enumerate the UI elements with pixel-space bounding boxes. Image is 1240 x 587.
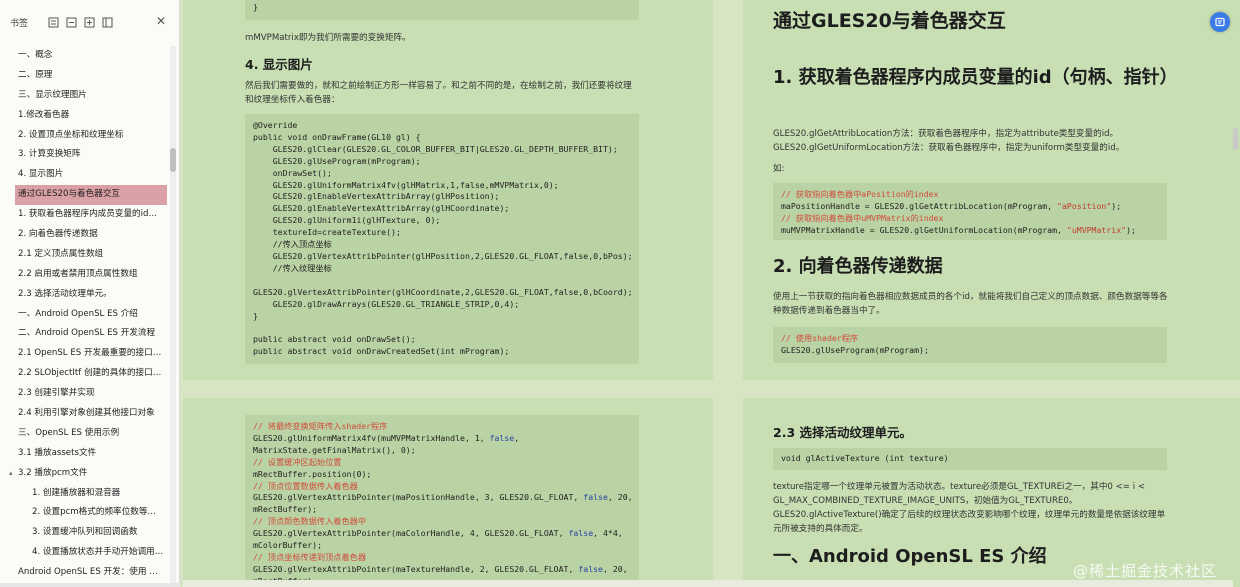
document-hscrollbar[interactable] xyxy=(183,580,1233,587)
toc-item-label: 一、概念 xyxy=(18,50,53,60)
watermark: @稀土掘金技术社区 xyxy=(1073,562,1218,580)
toc-item-label: 4. 显示图片 xyxy=(18,169,64,180)
toc-item-label: 3. 计算变换矩阵 xyxy=(18,149,81,160)
toc-item[interactable]: 2.2 启用或者禁用顶点属性数组 xyxy=(0,265,170,285)
toc-item[interactable]: 4. 设置播放状态并手动开始调用回调函数 xyxy=(0,543,170,563)
toc-item[interactable]: 1. 获取着色器程序内成员变量的id（句柄、指针） xyxy=(0,205,170,225)
mvp-text: mMVPMatrix即为我们所需要的变换矩阵。 xyxy=(245,33,411,43)
sidebar-hscrollbar[interactable] xyxy=(0,583,180,587)
toc-item-label: 3.2 播放pcm文件 xyxy=(18,467,88,478)
toc-item[interactable]: 二、Android OpenSL ES 开发流程 xyxy=(0,324,170,344)
toc-item-label: 2. 向着色器传递数据 xyxy=(18,229,98,240)
toc-item-label: 一、Android OpenSL ES 介绍 xyxy=(18,308,138,319)
document-scroll-thumb[interactable] xyxy=(1233,128,1238,150)
heading-active-texture: 2.3 选择活动纹理单元。 xyxy=(773,425,912,440)
ai-assistant-button[interactable] xyxy=(1210,12,1230,32)
code-block-get-location: // 获取指向着色器中aPosition的index maPositionHan… xyxy=(773,183,1167,240)
toc-item-label: 通过GLES20与着色器交互 xyxy=(18,189,121,200)
bookmarks-sidebar: 书签 ✕ 一、概念二、原理三、显示纹理图片 1.修改着色器 2. 设置顶点坐标和纹理… xyxy=(0,0,180,587)
toc-item-label: 2.4 利用引擎对象创建其他接口对象 xyxy=(18,408,155,419)
expand-arrow-icon[interactable]: ▴ xyxy=(9,464,18,484)
toc-item-label: 三、显示纹理图片 xyxy=(18,89,87,100)
code-block-top: } xyxy=(245,0,639,20)
toc-item[interactable]: 2.2 SLObjectItf 创建的具体的接口对象实例 xyxy=(0,364,170,384)
toc-item[interactable]: 2.1 定义顶点属性数组 xyxy=(0,245,170,265)
toc-item[interactable]: 2. 设置pcm格式的频率位数等信息并创建播放器 xyxy=(0,503,170,523)
toc-item-label: 二、Android OpenSL ES 开发流程 xyxy=(18,328,156,339)
document-view: } mMVPMatrix即为我们所需要的变换矩阵。 4. 显示图片 然后我们需要… xyxy=(183,0,1240,587)
toc-item-label: 2.1 OpenSL ES 开发最重要的接口类 SLObjectItf xyxy=(18,348,170,359)
toc-item-label: 1.修改着色器 xyxy=(18,109,70,120)
document-scrollbar[interactable] xyxy=(1233,40,1239,580)
show-image-text: 然后我们需要做的，就和之前绘制正方形一样容易了。和之前不同的是，在绘制之前，我们… xyxy=(245,81,632,105)
toc-item[interactable]: 3. 设置缓冲队列和回调函数 xyxy=(0,523,170,543)
toc-item[interactable]: 2.3 选择活动纹理单元。 xyxy=(0,285,170,305)
toc-item-label: 2. 设置pcm格式的频率位数等信息并创建播放器 xyxy=(32,507,170,518)
toc-item-label: 3.1 播放assets文件 xyxy=(18,447,97,458)
toc-item-label: Android OpenSL ES 开发：使用 OpenSL 播放 PCM 数据 xyxy=(18,567,170,578)
toc-item-label: 2.1 定义顶点属性数组 xyxy=(18,248,104,259)
toc-item[interactable]: 3. 计算变换矩阵 xyxy=(0,145,170,165)
heading-gles-interaction: 通过GLES20与着色器交互 xyxy=(773,10,1006,32)
toc-item[interactable]: 4. 显示图片 xyxy=(0,165,170,185)
toc-item[interactable]: 二、原理 xyxy=(0,66,170,86)
toc-item-label: 2.2 SLObjectItf 创建的具体的接口对象实例 xyxy=(18,368,170,379)
toc-item[interactable]: 2.4 利用引擎对象创建其他接口对象 xyxy=(0,404,170,424)
toc-item[interactable]: Android OpenSL ES 开发：使用 OpenSL 播放 PCM 数据 xyxy=(0,563,170,583)
toc-item-label: 1. 创建播放器和混音器 xyxy=(32,487,121,498)
toc-item-label: 二、原理 xyxy=(18,69,53,80)
get-id-text-2: GLES20.glGetUniformLocation方法：获取着色器程序中，指… xyxy=(773,143,1125,153)
toc-item[interactable]: ▴ 3.2 播放pcm文件 xyxy=(0,464,170,484)
toc-item[interactable]: 1. 创建播放器和混音器 xyxy=(0,484,170,504)
sidebar-header: 书签 ✕ xyxy=(0,0,179,44)
toc-item[interactable]: 三、显示纹理图片 xyxy=(0,86,170,106)
sidebar-scroll-thumb[interactable] xyxy=(170,148,176,172)
toc-item-label: 4. 设置播放状态并手动开始调用回调函数 xyxy=(32,547,170,558)
toc-item[interactable]: 2.3 创建引擎并实现 xyxy=(0,384,170,404)
sidebar-scrollbar[interactable] xyxy=(170,46,176,584)
toc-item[interactable]: 2. 向着色器传递数据 xyxy=(0,225,170,245)
expand-bookmark-icon[interactable] xyxy=(44,13,62,31)
code-block-active-texture: void glActiveTexture (int texture) xyxy=(773,448,1167,470)
code-block-ondrawframe: @Override public void onDrawFrame(GL10 g… xyxy=(245,114,639,364)
get-id-text-3: 如: xyxy=(773,164,785,174)
toc-item-label: 2.3 选择活动纹理单元。 xyxy=(18,288,112,299)
bookmark-options-icon[interactable] xyxy=(98,13,116,31)
add-bookmark-icon[interactable] xyxy=(80,13,98,31)
toc-item-label: 2.3 创建引擎并实现 xyxy=(18,388,95,399)
sidebar-title: 书签 xyxy=(10,18,29,29)
toc-item-label: 2.2 启用或者禁用顶点属性数组 xyxy=(18,268,138,279)
pass-data-text: 使用上一节获取的指向着色器相应数据成员的各个id，就能将我们自己定义的顶点数据、… xyxy=(773,292,1168,316)
heading-get-id: 1. 获取着色器程序内成员变量的id（句柄、指针） xyxy=(773,67,1178,88)
toc-item[interactable]: 1.修改着色器 xyxy=(0,106,170,126)
toc-item[interactable]: 三、OpenSL ES 使用示例 xyxy=(0,424,170,444)
toc-item[interactable]: 2. 设置顶点坐标和纹理坐标 xyxy=(0,126,170,146)
get-id-text-1: GLES20.glGetAttribLocation方法：获取着色器程序中，指定… xyxy=(773,129,1119,139)
code-block-attrib-pointer: // 将最终变换矩阵传入shader程序 GLES20.glUniformMat… xyxy=(245,415,639,587)
collapse-bookmark-icon[interactable] xyxy=(62,13,80,31)
heading-opensl-intro: 一、Android OpenSL ES 介绍 xyxy=(773,546,1047,567)
toc-item[interactable]: 3.1 播放assets文件 xyxy=(0,444,170,464)
toc-item[interactable]: 一、概念 xyxy=(0,46,170,66)
close-icon[interactable]: ✕ xyxy=(156,14,166,28)
toc-item[interactable]: 2.1 OpenSL ES 开发最重要的接口类 SLObjectItf xyxy=(0,344,170,364)
toc-item-label: 3. 设置缓冲队列和回调函数 xyxy=(32,527,138,538)
heading-show-image: 4. 显示图片 xyxy=(245,57,313,72)
toc-item-label: 2. 设置顶点坐标和纹理坐标 xyxy=(18,129,124,140)
toc-list: 一、概念二、原理三、显示纹理图片 1.修改着色器 2. 设置顶点坐标和纹理坐标 3. … xyxy=(0,46,170,583)
toc-item-label: 三、OpenSL ES 使用示例 xyxy=(18,427,120,438)
toc-item[interactable]: 一、Android OpenSL ES 介绍 xyxy=(0,305,170,325)
code-block-use-program: // 使用shader程序 GLES20.glUseProgram(mProgr… xyxy=(773,327,1167,363)
heading-pass-data: 2. 向着色器传递数据 xyxy=(773,256,943,277)
toc-item[interactable]: 通过GLES20与着色器交互 xyxy=(15,185,167,206)
active-texture-text: texture指定哪一个纹理单元被置为活动状态。texture必须是GL_TEX… xyxy=(773,482,1166,534)
toc-item-label: 1. 获取着色器程序内成员变量的id（句柄、指针） xyxy=(18,209,170,220)
